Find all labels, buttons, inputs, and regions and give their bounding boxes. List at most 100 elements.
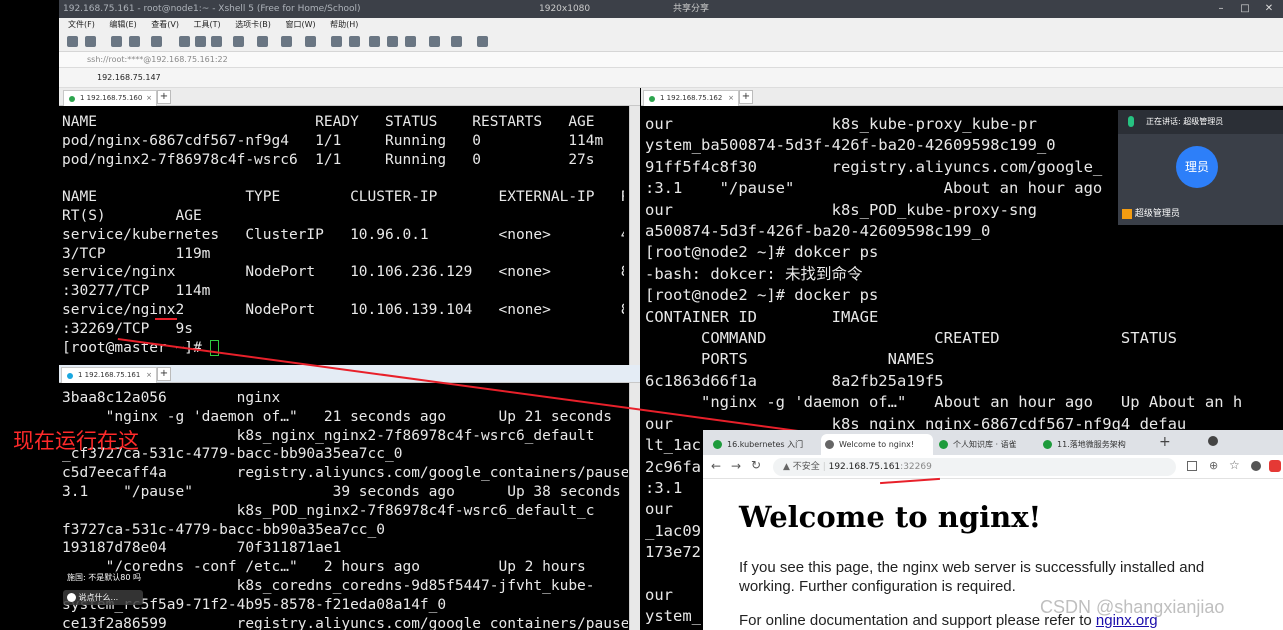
- favicon-icon: [713, 440, 722, 449]
- favicon-icon: [939, 440, 948, 449]
- back-icon[interactable]: ←: [711, 459, 721, 473]
- desktop-strip: [0, 0, 59, 630]
- new-session-icon[interactable]: [67, 36, 78, 47]
- browser-tabbar: 16.kubernetes 入门 Welcome to nginx! 个人知识库…: [703, 430, 1283, 455]
- tab-label: 1 192.168.75.161: [78, 371, 141, 379]
- terminal-line: [root@node2 ~]# dokcer ps: [645, 243, 879, 262]
- browser-tab-kubernetes[interactable]: 16.kubernetes 入门: [709, 434, 821, 455]
- tab-close-icon[interactable]: ×: [146, 91, 152, 106]
- menu-help[interactable]: 帮助(H): [330, 20, 358, 29]
- transfer-icon[interactable]: [257, 36, 268, 47]
- terminal-line: 6c1863d66f1a 8a2fb25a19f5: [645, 371, 944, 390]
- chat-input[interactable]: 说点什么...: [63, 590, 143, 605]
- close-icon[interactable]: ✕: [1257, 0, 1281, 18]
- new-tab-button[interactable]: +: [739, 90, 753, 104]
- terminal-line: NAME READY STATUS RESTARTS AGE: [62, 114, 595, 130]
- annotation-underline: [155, 318, 177, 320]
- browser-tab-yuque[interactable]: 个人知识库 · 语雀: [935, 434, 1035, 455]
- new-tab-button[interactable]: +: [157, 90, 171, 104]
- lock-icon[interactable]: [349, 36, 360, 47]
- menu-view[interactable]: 查看(V): [151, 20, 179, 29]
- terminal-line: service/nginx NodePort 10.106.236.129 <n…: [62, 264, 624, 281]
- scrollbar[interactable]: [629, 106, 640, 365]
- forward-icon[interactable]: →: [731, 459, 741, 473]
- find-icon[interactable]: [211, 36, 222, 47]
- url-port: :32269: [900, 462, 932, 472]
- menu-file[interactable]: 文件(F): [68, 20, 95, 29]
- address-bar[interactable]: ssh://root:****@192.168.75.161:22: [59, 52, 1283, 68]
- tab-session-162[interactable]: 1 192.168.75.162 ×: [643, 90, 739, 106]
- browser-tab-microservice[interactable]: 11.落地微服务架构: [1039, 434, 1149, 455]
- tab-title: 个人知识库 · 语雀: [953, 440, 1017, 449]
- new-tab-button[interactable]: +: [157, 367, 171, 381]
- favicon-icon: [1043, 440, 1052, 449]
- terminal-line: "nginx -g 'daemon of…" 21 seconds ago Up…: [62, 408, 612, 425]
- globe-icon[interactable]: [281, 36, 292, 47]
- window-titlebar: 192.168.75.161 - root@node1:~ - Xshell 5…: [59, 0, 1283, 18]
- translate-icon[interactable]: [1187, 461, 1197, 471]
- add-icon[interactable]: [429, 36, 440, 47]
- chat-placeholder: 说点什么...: [78, 593, 119, 602]
- copy-icon[interactable]: [179, 36, 190, 47]
- menu-tools[interactable]: 工具(T): [194, 20, 221, 29]
- resolution-label: 1920x1080: [539, 4, 591, 14]
- terminal-line: 3baa8c12a056 nginx: [62, 390, 281, 406]
- speaking-banner: 正在讲话: 超级管理员: [1118, 110, 1283, 134]
- menu-tabs[interactable]: 选项卡(B): [235, 20, 271, 29]
- extension-icon[interactable]: [1269, 460, 1281, 472]
- terminal-line: k8s_POD_nginx2-7f86978c4f-wsrc6_default_…: [62, 502, 595, 519]
- properties-icon[interactable]: [151, 36, 162, 47]
- terminal-line: [root@node2 ~]# docker ps: [645, 286, 879, 305]
- meeting-overlay: 正在讲话: 超级管理员 理员 超级管理员: [1118, 110, 1283, 225]
- browser-tab-nginx[interactable]: Welcome to nginx!: [821, 434, 933, 455]
- pane-tabbar: 1 192.168.75.161 × +: [59, 365, 640, 383]
- maximize-icon[interactable]: □: [1233, 0, 1257, 18]
- menu-window[interactable]: 窗口(W): [285, 20, 315, 29]
- layout-icon[interactable]: [451, 36, 462, 47]
- warning-icon: ▲: [783, 462, 793, 472]
- tab-search-icon[interactable]: [1208, 436, 1218, 446]
- terminal-line: 3/TCP 119m: [62, 245, 211, 262]
- emoji-icon[interactable]: [67, 593, 76, 602]
- open-icon[interactable]: [85, 36, 96, 47]
- terminal-output[interactable]: NAME READY STATUS RESTARTS AGE pod/nginx-…: [62, 113, 624, 363]
- page-heading: Welcome to nginx!: [739, 500, 1042, 534]
- url-bar[interactable]: ▲ 不安全 | 192.168.75.161:32269: [773, 458, 1176, 476]
- browser-navbar: ← → ↻ ▲ 不安全 | 192.168.75.161:32269 ⊕ ☆: [703, 455, 1283, 479]
- tab-close-icon[interactable]: ×: [728, 91, 734, 106]
- pane-tabbar: 1 192.168.75.160 × +: [59, 88, 640, 106]
- chat-overlay: 施国: 不是默认80 吗 说点什么...: [63, 571, 283, 611]
- session-item[interactable]: 192.168.75.147: [97, 73, 161, 82]
- tab-session-161[interactable]: 1 192.168.75.161 ×: [61, 367, 157, 383]
- terminal-line: service/nginx2 NodePort 10.106.139.104 <…: [62, 301, 624, 318]
- help-icon[interactable]: [477, 36, 488, 47]
- account-icon[interactable]: [1251, 461, 1261, 471]
- new-tab-icon[interactable]: +: [1159, 434, 1171, 450]
- terminal-line: NAME TYPE CLUSTER-IP EXTERNAL-IP PO: [62, 189, 624, 206]
- zoom-icon[interactable]: ⊕: [1209, 459, 1218, 472]
- menu-bar: 文件(F) 编辑(E) 查看(V) 工具(T) 选项卡(B) 窗口(W) 帮助(…: [59, 18, 1283, 32]
- tab-close-icon[interactable]: ×: [146, 368, 152, 383]
- reload-icon[interactable]: ↻: [751, 458, 761, 472]
- terminal-line: k8s_nginx_nginx2-7f86978c4f-wsrc6_defaul…: [62, 427, 595, 444]
- paste-icon[interactable]: [195, 36, 206, 47]
- disconnect-icon[interactable]: [129, 36, 140, 47]
- reconnect-icon[interactable]: [111, 36, 122, 47]
- pane-tabbar: 1 192.168.75.162 × +: [641, 88, 1283, 106]
- tab-session-160[interactable]: 1 192.168.75.160 ×: [63, 90, 157, 106]
- compose-icon[interactable]: [405, 36, 416, 47]
- scrollbar[interactable]: [629, 383, 640, 630]
- fullscreen-icon[interactable]: [369, 36, 380, 47]
- terminal-line: f3727ca-531c-4779-bacc-bb90a35ea7cc_0: [62, 521, 386, 538]
- watermark: CSDN @shangxianjiao: [1040, 597, 1225, 617]
- menu-edit[interactable]: 编辑(E): [109, 20, 136, 29]
- print-icon[interactable]: [233, 36, 244, 47]
- keyboard-icon[interactable]: [387, 36, 398, 47]
- bookmark-star-icon[interactable]: ☆: [1229, 458, 1240, 472]
- minimize-icon[interactable]: –: [1209, 0, 1233, 18]
- terminal-line: pod/nginx2-7f86978c4f-wsrc6 1/1 Running …: [62, 151, 595, 168]
- user-icon: [1122, 208, 1132, 219]
- script-icon[interactable]: [331, 36, 342, 47]
- font-icon[interactable]: [305, 36, 316, 47]
